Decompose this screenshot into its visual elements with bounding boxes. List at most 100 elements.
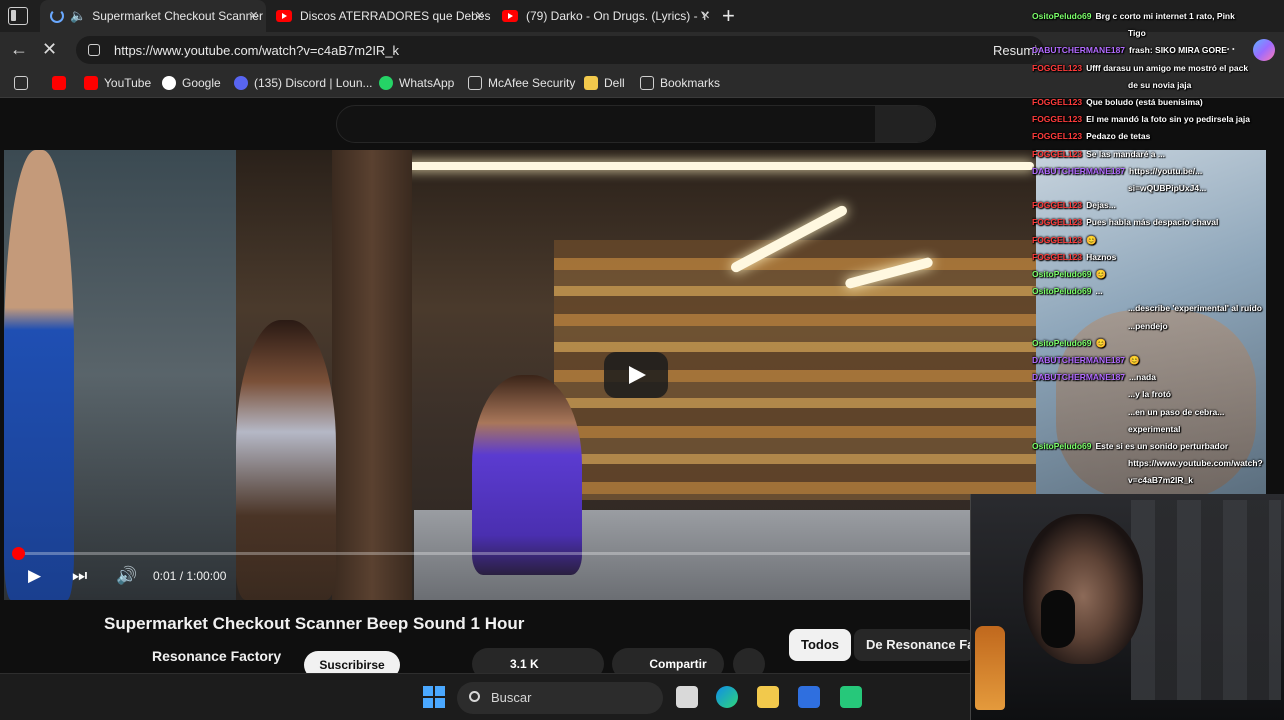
bookmark-youtube[interactable]: YouTube [84,76,151,90]
youtube-favicon-icon [276,10,292,22]
chat-username: FOGGEL123 [1032,62,1083,73]
speaker-icon[interactable]: 🔈 [70,8,86,24]
chat-message: FOGGEL123 Ufff darasu un amigo me mostró … [1032,62,1282,75]
progress-bar[interactable] [16,552,1026,555]
customer-figure [4,150,74,600]
volume-icon[interactable]: 🔊 [116,566,137,586]
chat-username: OsitoPeludo69 [1032,337,1092,348]
chat-text: 😊 [1095,269,1107,279]
bookmark-whatsapp[interactable]: WhatsApp [379,76,454,90]
play-icon[interactable]: ▶ [28,566,41,586]
bottle [975,626,1005,710]
chat-username: FOGGEL123 [1032,114,1083,125]
app-icon[interactable] [840,686,862,708]
address-bar[interactable]: https://www.youtube.com/watch?v=c4aB7m2I… [76,36,1044,64]
youtube-shortcut-icon[interactable] [52,76,72,90]
google-icon [162,76,176,90]
bookmark-dell[interactable]: Dell [584,76,625,90]
tab-supermarket[interactable]: 🔈 Supermarket Checkout Scanner × [40,0,266,32]
tab-actions-icon[interactable] [8,7,28,25]
new-tab-icon[interactable]: + [722,3,735,29]
chat-message: FOGGEL123 El me mandó la foto sin yo pedi… [1032,113,1282,126]
chat-message: ...y la frotó [1032,388,1282,401]
chat-username: FOGGEL123 [1032,148,1083,159]
site-info-icon[interactable] [88,44,100,56]
loading-spinner-icon [50,9,64,23]
chat-text: si=wQUBPipUxJ4... [1128,183,1207,193]
chat-username: OsitoPeludo69 [1032,441,1092,451]
tab-discos[interactable]: Discos ATERRADORES que Debes × [266,0,492,32]
chat-text: https://youtu.be/... [1129,165,1203,176]
stop-loading-icon[interactable]: ✕ [42,39,57,60]
tab-darko[interactable]: (79) Darko - On Drugs. (Lyrics) - Y × [492,0,718,32]
chat-message: FOGGEL123 😊 [1032,234,1282,247]
close-tab-icon[interactable]: × [475,7,484,24]
chat-message: FOGGEL123 Dejas... [1032,199,1282,212]
tab-title: (79) Darko - On Drugs. (Lyrics) - Y [526,9,709,23]
url-text[interactable]: https://www.youtube.com/watch?v=c4aB7m2I… [114,43,399,58]
chat-text: https://www.youtube.com/watch? [1128,458,1263,469]
channel-name[interactable]: Resonance Factory [152,648,281,664]
youtube-favicon-icon [502,10,518,22]
ceiling-light [404,162,1034,170]
chat-text: 😊 [1086,234,1097,245]
screen: 🔈 Supermarket Checkout Scanner × Discos … [0,0,1284,720]
microphone [1041,590,1075,648]
next-icon[interactable]: ⏭ [72,566,87,586]
shopper-figure [472,375,582,575]
reading-view-icon[interactable] [14,76,34,90]
page-icon [468,76,482,90]
taskbar-search[interactable]: Buscar [457,682,663,714]
chat-message: si=wQUBPipUxJ4... [1032,182,1282,195]
chat-text: Tigo [1128,28,1146,39]
webcam-feed [970,494,1284,720]
scrubber-handle[interactable] [12,547,25,560]
chat-message: ...describe 'experimental' al ruido [1032,302,1282,315]
wall-posters [1131,500,1281,700]
chat-message: ...pendejo [1032,320,1282,333]
chat-message: v=c4aB7m2IR_k [1032,474,1282,487]
chat-message: OsitoPeludo69 Este si es un sonido pertur… [1032,440,1282,453]
chat-text: Pues habla más despacio chaval [1086,217,1219,228]
chip-from-channel[interactable]: De Resonance Fac [854,629,974,661]
bookmark-bookmarks[interactable]: Bookmarks [640,76,720,90]
bookmark-discord[interactable]: (135) Discord | Loun... [234,76,373,90]
video-title: Supermarket Checkout Scanner Beep Sound … [104,614,525,633]
chat-message: DABUTCHERMANE187 https://youtu.be/... [1032,165,1282,178]
file-explorer-icon[interactable] [757,686,779,708]
chat-text: ...en un paso de cebra... [1128,406,1225,417]
bookmark-google[interactable]: Google [162,76,221,90]
chat-text: ...nada [1129,372,1156,383]
chat-text: experimental [1128,423,1181,434]
chip-all[interactable]: Todos [789,629,852,661]
chat-text: Este si es un sonido perturbador [1095,441,1229,451]
windows-start-icon[interactable] [423,686,445,708]
chat-username: FOGGEL123 [1032,217,1083,228]
youtube-search-box[interactable] [336,105,936,143]
video-player[interactable]: ▶ ⏭ 🔊 0:01 / 1:00:00 [4,150,1036,600]
chat-text: ...pendejo [1128,320,1168,331]
chat-text: ...describe 'experimental' al ruido [1128,303,1262,314]
chat-text: Se las mandaré a ... [1086,148,1165,159]
chat-text: Ufff darasu un amigo me mostró el pack [1086,62,1249,73]
chat-username: OsitoPeludo69 [1032,269,1092,279]
back-arrow-icon[interactable]: ← [10,39,28,60]
task-view-icon[interactable] [676,686,698,708]
chat-message: DABUTCHERMANE187 ...nada [1032,371,1282,384]
store-icon[interactable] [798,686,820,708]
chat-message: de su novia jaja [1032,79,1282,92]
chat-username: FOGGEL123 [1032,251,1083,262]
chat-message: FOGGEL123 Que boludo (está buenísima) [1032,96,1282,109]
close-tab-icon[interactable]: × [701,7,710,24]
chat-message: OsitoPeludo69 Brg c corto mi internet 1 r… [1032,10,1282,23]
chat-text: 😊 [1129,355,1140,365]
folder-icon [584,76,598,90]
edge-icon[interactable] [716,686,738,708]
close-tab-icon[interactable]: × [249,7,258,24]
chat-username: FOGGEL123 [1032,97,1083,107]
chat-message: FOGGEL123 Pues habla más despacio chaval [1032,216,1282,229]
chat-text: Brg c corto mi internet 1 rato, Pink [1095,11,1235,21]
chat-message: DABUTCHERMANE187 😊 [1032,354,1282,367]
bookmark-mcafee[interactable]: McAfee Security [468,76,575,90]
play-button[interactable] [604,352,668,398]
